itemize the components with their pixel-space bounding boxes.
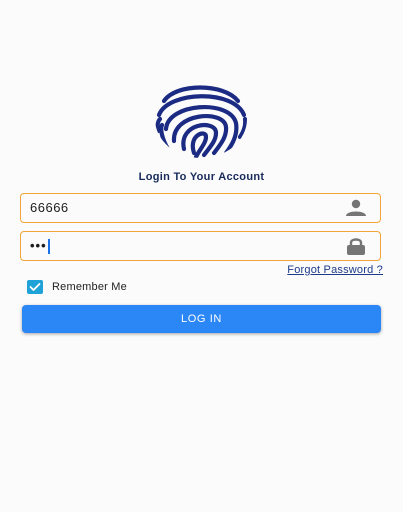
remember-me-checkbox[interactable]: Remember Me: [27, 279, 127, 295]
person-icon: [346, 199, 366, 216]
password-field[interactable]: •••: [20, 231, 381, 261]
login-button[interactable]: LOG IN: [22, 305, 381, 333]
forgot-password-link[interactable]: Forgot Password ?: [287, 264, 383, 276]
checkbox-box[interactable]: [27, 280, 43, 294]
login-screen: Login To Your Account 66666 ••• Forgot P…: [0, 0, 403, 512]
password-mask: •••: [30, 238, 47, 253]
lock-icon: [347, 238, 365, 255]
text-caret: [47, 239, 50, 255]
checkmark-icon: [29, 283, 41, 291]
fingerprint-icon: [155, 85, 247, 158]
username-value[interactable]: 66666: [30, 194, 69, 221]
remember-me-label: Remember Me: [52, 281, 127, 293]
username-field[interactable]: 66666: [20, 193, 381, 223]
page-title: Login To Your Account: [138, 171, 265, 183]
password-value[interactable]: •••: [30, 232, 50, 259]
